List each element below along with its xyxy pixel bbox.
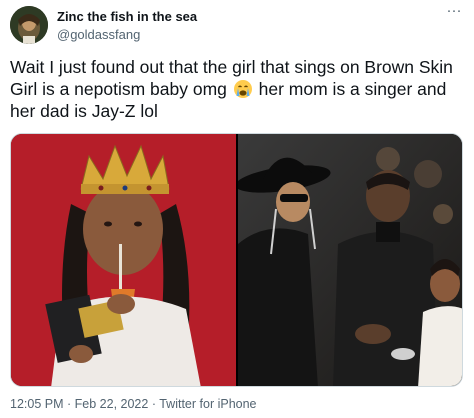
- tweet-media-grid: [10, 133, 463, 387]
- tweet-date: Feb 22, 2022: [74, 397, 149, 411]
- separator-dot: ·: [67, 397, 72, 411]
- tweet-card: Zinc the fish in the sea @goldassfang ··…: [0, 0, 474, 418]
- photo-beyonce-jayz-blue-ivy[interactable]: [238, 134, 462, 386]
- tweet-source: Twitter for iPhone: [159, 397, 257, 411]
- tweet-text: Wait I just found out that the girl that…: [10, 56, 465, 122]
- author-handle[interactable]: @goldassfang: [57, 27, 140, 42]
- more-options-icon[interactable]: ···: [443, 3, 465, 20]
- tweet-timestamp[interactable]: 12:05 PM · Feb 22, 2022 · Twitter for iP…: [10, 397, 257, 411]
- author-display-name[interactable]: Zinc the fish in the sea: [57, 9, 197, 24]
- avatar[interactable]: [10, 6, 48, 44]
- separator-dot: ·: [151, 397, 156, 411]
- tweet-time: 12:05 PM: [10, 397, 64, 411]
- photo-girl-with-crown[interactable]: [11, 134, 236, 386]
- crying-face-emoji-icon: [233, 79, 253, 99]
